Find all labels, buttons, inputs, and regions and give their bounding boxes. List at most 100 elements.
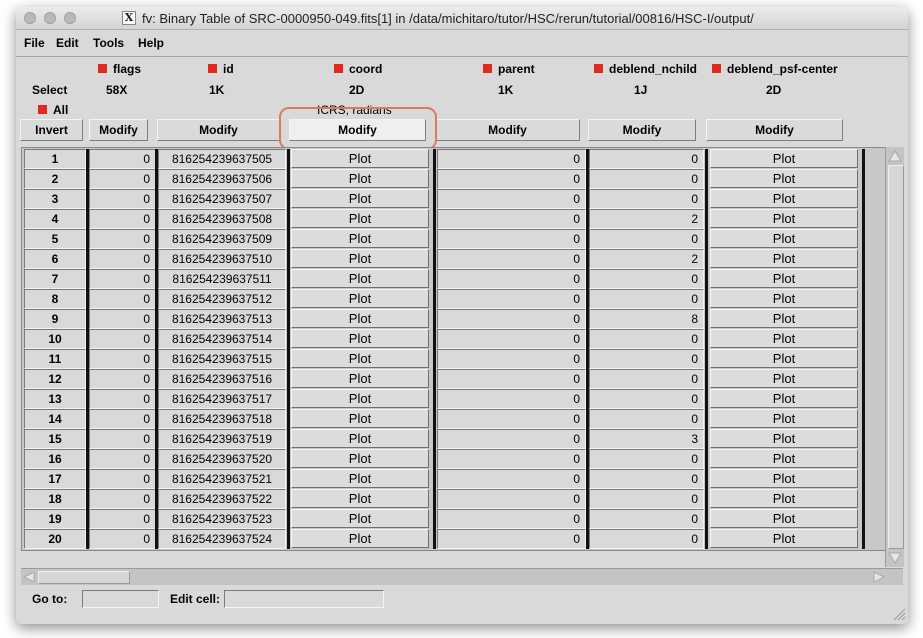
- flags-cell[interactable]: 0: [89, 329, 156, 349]
- parent-cell[interactable]: 0: [437, 429, 586, 449]
- select-checkbox[interactable]: [483, 64, 492, 73]
- parent-cell[interactable]: 0: [437, 469, 586, 489]
- resize-grip-icon[interactable]: [892, 607, 906, 621]
- plot-coord-button[interactable]: Plot: [291, 309, 429, 328]
- goto-input[interactable]: [82, 590, 159, 608]
- column-header-flags[interactable]: flags: [98, 62, 141, 76]
- id-cell[interactable]: 816254239637516: [158, 369, 286, 389]
- flags-cell[interactable]: 0: [89, 169, 156, 189]
- menu-edit[interactable]: Edit: [56, 36, 79, 50]
- plot-deblend-psf-center-button[interactable]: Plot: [710, 529, 858, 548]
- plot-deblend-psf-center-button[interactable]: Plot: [710, 309, 858, 328]
- deblend-nchild-cell[interactable]: 0: [589, 489, 704, 509]
- invert-button[interactable]: Invert: [20, 119, 83, 141]
- id-cell[interactable]: 816254239637517: [158, 389, 286, 409]
- deblend-nchild-cell[interactable]: 0: [589, 369, 704, 389]
- modify-deblend-nchild-button[interactable]: Modify: [588, 119, 696, 141]
- column-header-deblend-nchild[interactable]: deblend_nchild: [594, 62, 697, 76]
- plot-coord-button[interactable]: Plot: [291, 229, 429, 248]
- plot-deblend-psf-center-button[interactable]: Plot: [710, 189, 858, 208]
- vertical-scrollbar[interactable]: [885, 147, 904, 567]
- plot-deblend-psf-center-button[interactable]: Plot: [710, 229, 858, 248]
- parent-cell[interactable]: 0: [437, 409, 586, 429]
- deblend-nchild-cell[interactable]: 0: [589, 469, 704, 489]
- id-cell[interactable]: 816254239637520: [158, 449, 286, 469]
- parent-cell[interactable]: 0: [437, 349, 586, 369]
- id-cell[interactable]: 816254239637508: [158, 209, 286, 229]
- id-cell[interactable]: 816254239637523: [158, 509, 286, 529]
- deblend-nchild-cell[interactable]: 2: [589, 209, 704, 229]
- plot-coord-button[interactable]: Plot: [291, 389, 429, 408]
- id-cell[interactable]: 816254239637507: [158, 189, 286, 209]
- plot-coord-button[interactable]: Plot: [291, 529, 429, 548]
- plot-deblend-psf-center-button[interactable]: Plot: [710, 289, 858, 308]
- vertical-scroll-thumb[interactable]: [888, 165, 904, 549]
- plot-coord-button[interactable]: Plot: [291, 489, 429, 508]
- plot-deblend-psf-center-button[interactable]: Plot: [710, 489, 858, 508]
- modify-parent-button[interactable]: Modify: [435, 119, 580, 141]
- flags-cell[interactable]: 0: [89, 529, 156, 549]
- plot-deblend-psf-center-button[interactable]: Plot: [710, 209, 858, 228]
- flags-cell[interactable]: 0: [89, 509, 156, 529]
- select-all-toggle[interactable]: All: [38, 103, 68, 117]
- parent-cell[interactable]: 0: [437, 229, 586, 249]
- modify-flags-button[interactable]: Modify: [89, 119, 148, 141]
- parent-cell[interactable]: 0: [437, 489, 586, 509]
- id-cell[interactable]: 816254239637511: [158, 269, 286, 289]
- menu-file[interactable]: File: [24, 36, 45, 50]
- minimize-window-button[interactable]: [44, 12, 56, 24]
- flags-cell[interactable]: 0: [89, 369, 156, 389]
- flags-cell[interactable]: 0: [89, 429, 156, 449]
- id-cell[interactable]: 816254239637514: [158, 329, 286, 349]
- deblend-nchild-cell[interactable]: 0: [589, 409, 704, 429]
- menu-help[interactable]: Help: [138, 36, 164, 50]
- column-header-parent[interactable]: parent: [483, 62, 535, 76]
- parent-cell[interactable]: 0: [437, 289, 586, 309]
- id-cell[interactable]: 816254239637518: [158, 409, 286, 429]
- id-cell[interactable]: 816254239637505: [158, 149, 286, 169]
- flags-cell[interactable]: 0: [89, 349, 156, 369]
- plot-coord-button[interactable]: Plot: [291, 209, 429, 228]
- plot-deblend-psf-center-button[interactable]: Plot: [710, 269, 858, 288]
- zoom-window-button[interactable]: [64, 12, 76, 24]
- plot-deblend-psf-center-button[interactable]: Plot: [710, 449, 858, 468]
- id-cell[interactable]: 816254239637519: [158, 429, 286, 449]
- modify-deblend-psf-center-button[interactable]: Modify: [706, 119, 843, 141]
- plot-deblend-psf-center-button[interactable]: Plot: [710, 169, 858, 188]
- flags-cell[interactable]: 0: [89, 229, 156, 249]
- modify-id-button[interactable]: Modify: [157, 119, 280, 141]
- deblend-nchild-cell[interactable]: 0: [589, 189, 704, 209]
- deblend-nchild-cell[interactable]: 0: [589, 269, 704, 289]
- parent-cell[interactable]: 0: [437, 529, 586, 549]
- id-cell[interactable]: 816254239637515: [158, 349, 286, 369]
- id-cell[interactable]: 816254239637513: [158, 309, 286, 329]
- parent-cell[interactable]: 0: [437, 329, 586, 349]
- plot-coord-button[interactable]: Plot: [291, 149, 429, 168]
- plot-coord-button[interactable]: Plot: [291, 509, 429, 528]
- edit-cell-input[interactable]: [224, 590, 384, 608]
- plot-coord-button[interactable]: Plot: [291, 249, 429, 268]
- select-checkbox[interactable]: [712, 64, 721, 73]
- deblend-nchild-cell[interactable]: 0: [589, 149, 704, 169]
- flags-cell[interactable]: 0: [89, 409, 156, 429]
- scroll-left-icon[interactable]: [21, 569, 37, 585]
- plot-coord-button[interactable]: Plot: [291, 429, 429, 448]
- plot-coord-button[interactable]: Plot: [291, 329, 429, 348]
- column-header-id[interactable]: id: [208, 62, 234, 76]
- id-cell[interactable]: 816254239637510: [158, 249, 286, 269]
- deblend-nchild-cell[interactable]: 8: [589, 309, 704, 329]
- parent-cell[interactable]: 0: [437, 449, 586, 469]
- flags-cell[interactable]: 0: [89, 289, 156, 309]
- deblend-nchild-cell[interactable]: 0: [589, 229, 704, 249]
- scroll-right-icon[interactable]: [871, 569, 887, 585]
- select-checkbox[interactable]: [208, 64, 217, 73]
- plot-coord-button[interactable]: Plot: [291, 349, 429, 368]
- parent-cell[interactable]: 0: [437, 149, 586, 169]
- select-all-checkbox[interactable]: [38, 105, 47, 114]
- column-header-deblend-psf-center[interactable]: deblend_psf-center: [712, 62, 838, 76]
- deblend-nchild-cell[interactable]: 2: [589, 249, 704, 269]
- id-cell[interactable]: 816254239637522: [158, 489, 286, 509]
- horizontal-scrollbar[interactable]: [21, 568, 903, 585]
- plot-deblend-psf-center-button[interactable]: Plot: [710, 469, 858, 488]
- plot-deblend-psf-center-button[interactable]: Plot: [710, 369, 858, 388]
